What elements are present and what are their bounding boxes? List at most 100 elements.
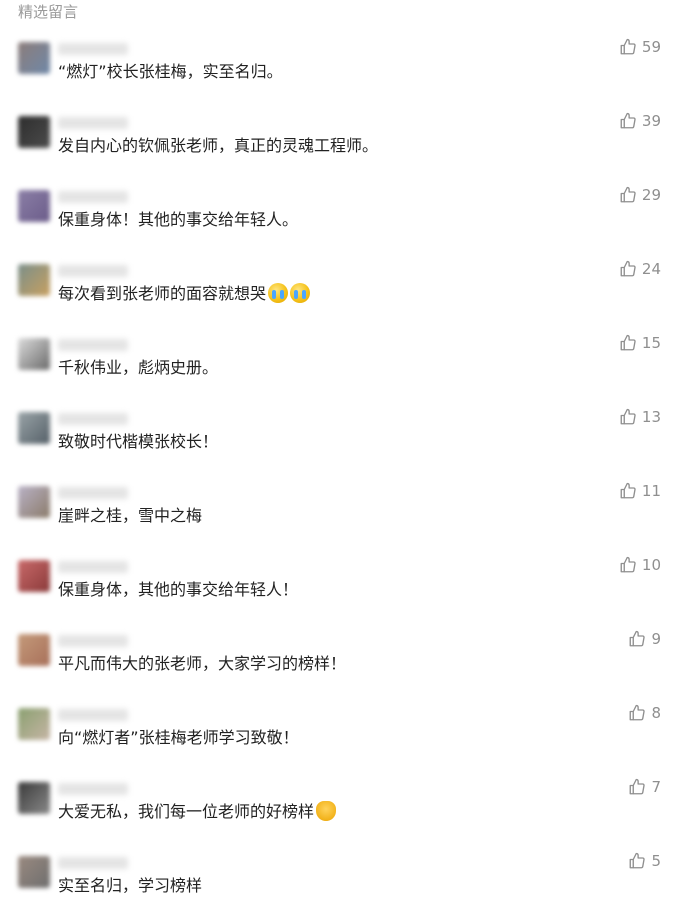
nickname-blurred — [58, 561, 128, 573]
nickname-blurred — [58, 117, 128, 129]
like-count: 8 — [651, 704, 661, 722]
like-button[interactable]: 8 — [628, 703, 661, 723]
nickname-blurred — [58, 709, 128, 721]
thumbs-up-icon — [628, 630, 646, 648]
comment-text-content: 保重身体，其他的事交给年轻人！ — [58, 580, 299, 599]
avatar[interactable] — [18, 708, 50, 740]
comment-text: 向“燃灯者”张桂梅老师学习致敬！ — [58, 727, 299, 749]
like-count: 15 — [641, 334, 661, 352]
comment-item: 大爱无私，我们每一位老师的好榜样 7 — [0, 772, 685, 846]
comment-text: 每次看到张老师的面容就想哭 — [58, 283, 311, 305]
like-button[interactable]: 9 — [628, 629, 661, 649]
comment-item: 平凡而伟大的张老师，大家学习的榜样！ 9 — [0, 624, 685, 698]
nickname-blurred — [58, 191, 128, 203]
thumbs-up-icon — [619, 38, 637, 56]
thumbs-up-icon — [619, 482, 637, 500]
comment-text: 发自内心的钦佩张老师，真正的灵魂工程师。 — [58, 135, 378, 157]
comment-text: 致敬时代楷模张校长！ — [58, 431, 218, 453]
comment-item: 保重身体，其他的事交给年轻人！ 10 — [0, 550, 685, 624]
crying-emoji-icon — [268, 283, 289, 303]
comment-text: “燃灯”校长张桂梅，实至名归。 — [58, 61, 283, 83]
nickname-blurred — [58, 413, 128, 425]
like-count: 10 — [641, 556, 661, 574]
crying-emoji-icon — [290, 283, 311, 303]
comment-text-content: 保重身体！其他的事交给年轻人。 — [58, 210, 299, 229]
comment-text: 平凡而伟大的张老师，大家学习的榜样！ — [58, 653, 346, 675]
like-count: 7 — [651, 778, 661, 796]
comment-text-content: 向“燃灯者”张桂梅老师学习致敬！ — [58, 728, 299, 747]
like-button[interactable]: 29 — [619, 185, 661, 205]
comment-text-content: 大爱无私，我们每一位老师的好榜样 — [58, 802, 315, 821]
avatar[interactable] — [18, 782, 50, 814]
like-count: 13 — [641, 408, 661, 426]
comment-text-content: 致敬时代楷模张校长！ — [58, 432, 219, 451]
comment-text: 大爱无私，我们每一位老师的好榜样 — [58, 801, 337, 823]
comment-text-content: 实至名归，学习榜样 — [58, 876, 203, 895]
comment-item: 实至名归，学习榜样 5 — [0, 846, 685, 920]
comment-text: 实至名归，学习榜样 — [58, 875, 202, 897]
avatar[interactable] — [18, 486, 50, 518]
thumbs-up-icon — [619, 260, 637, 278]
thumbs-up-icon — [619, 408, 637, 426]
avatar[interactable] — [18, 634, 50, 666]
nickname-blurred — [58, 339, 128, 351]
like-button[interactable]: 11 — [619, 481, 661, 501]
comment-text-content: 平凡而伟大的张老师，大家学习的榜样！ — [58, 654, 347, 673]
avatar[interactable] — [18, 338, 50, 370]
comment-text-content: 发自内心的钦佩张老师，真正的灵魂工程师。 — [58, 136, 379, 155]
avatar[interactable] — [18, 412, 50, 444]
comment-item: 发自内心的钦佩张老师，真正的灵魂工程师。 39 — [0, 106, 685, 180]
comment-item: 向“燃灯者”张桂梅老师学习致敬！ 8 — [0, 698, 685, 772]
comment-text: 保重身体！其他的事交给年轻人。 — [58, 209, 298, 231]
avatar[interactable] — [18, 856, 50, 888]
comment-text-content: “燃灯”校长张桂梅，实至名归。 — [58, 62, 283, 81]
like-count: 59 — [641, 38, 661, 56]
like-count: 5 — [651, 852, 661, 870]
avatar[interactable] — [18, 190, 50, 222]
comment-text-content: 每次看到张老师的面容就想哭 — [58, 284, 267, 303]
avatar[interactable] — [18, 264, 50, 296]
like-button[interactable]: 59 — [619, 37, 661, 57]
thumbs-up-icon — [619, 186, 637, 204]
thumbs-up-icon — [628, 704, 646, 722]
comment-text: 千秋伟业，彪炳史册。 — [58, 357, 218, 379]
thumbs-up-icon — [619, 556, 637, 574]
comment-item: “燃灯”校长张桂梅，实至名归。 59 — [0, 32, 685, 106]
comment-item: 崖畔之桂，雪中之梅 11 — [0, 476, 685, 550]
comment-text: 保重身体，其他的事交给年轻人！ — [58, 579, 298, 601]
avatar[interactable] — [18, 42, 50, 74]
nickname-blurred — [58, 857, 128, 869]
like-button[interactable]: 24 — [619, 259, 661, 279]
nickname-blurred — [58, 43, 128, 55]
comment-text: 崖畔之桂，雪中之梅 — [58, 505, 202, 527]
clapping-hands-emoji-icon — [316, 801, 337, 821]
thumbs-up-icon — [628, 778, 646, 796]
comment-text-content: 崖畔之桂，雪中之梅 — [58, 506, 203, 525]
like-count: 39 — [641, 112, 661, 130]
thumbs-up-icon — [619, 334, 637, 352]
thumbs-up-icon — [619, 112, 637, 130]
nickname-blurred — [58, 635, 128, 647]
like-count: 11 — [641, 482, 661, 500]
comment-item: 致敬时代楷模张校长！ 13 — [0, 402, 685, 476]
section-title: 精选留言 — [18, 3, 79, 21]
like-button[interactable]: 15 — [619, 333, 661, 353]
comment-item: 千秋伟业，彪炳史册。 15 — [0, 328, 685, 402]
nickname-blurred — [58, 265, 128, 277]
nickname-blurred — [58, 487, 128, 499]
nickname-blurred — [58, 783, 128, 795]
comment-text-content: 千秋伟业，彪炳史册。 — [58, 358, 219, 377]
comment-item: 每次看到张老师的面容就想哭 24 — [0, 254, 685, 328]
like-count: 29 — [641, 186, 661, 204]
like-count: 9 — [651, 630, 661, 648]
like-button[interactable]: 7 — [628, 777, 661, 797]
comment-item: 保重身体！其他的事交给年轻人。 29 — [0, 180, 685, 254]
avatar[interactable] — [18, 560, 50, 592]
like-button[interactable]: 10 — [619, 555, 661, 575]
like-button[interactable]: 13 — [619, 407, 661, 427]
like-button[interactable]: 39 — [619, 111, 661, 131]
like-button[interactable]: 5 — [628, 851, 661, 871]
thumbs-up-icon — [628, 852, 646, 870]
like-count: 24 — [641, 260, 661, 278]
avatar[interactable] — [18, 116, 50, 148]
